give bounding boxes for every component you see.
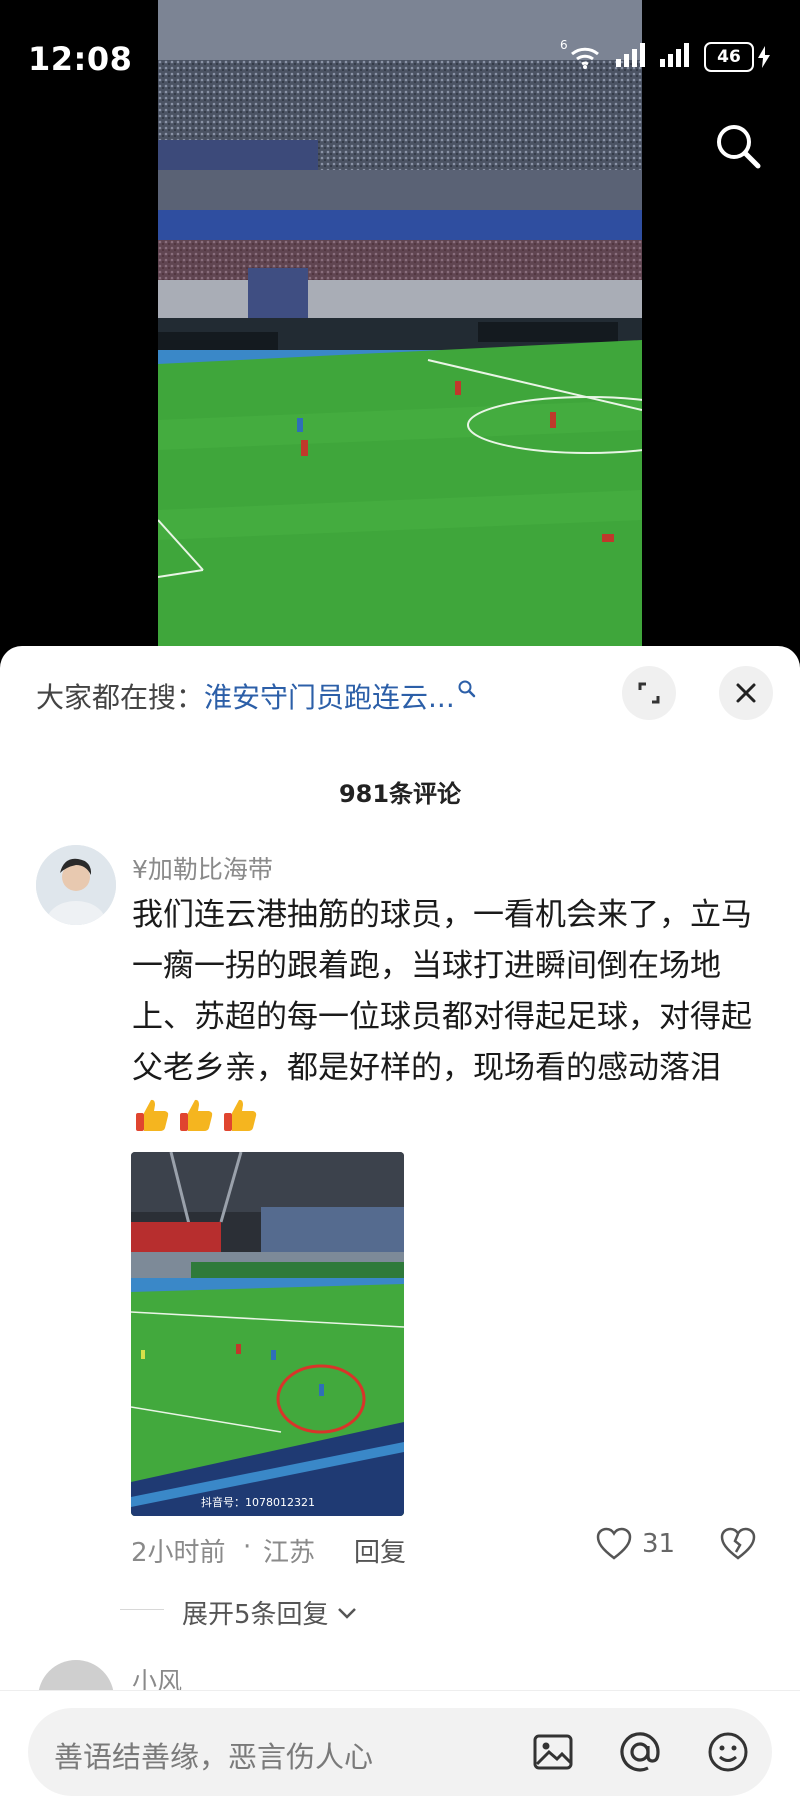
- comment-input-placeholder: 善语结善缘，恶言伤人心: [54, 1740, 374, 1774]
- thumbs-up-emojis: [132, 1099, 264, 1137]
- signal-icon-2: [660, 43, 692, 71]
- comment-time: 2小时前: [131, 1538, 226, 1568]
- close-icon: [736, 683, 756, 703]
- insert-image-button[interactable]: [529, 1728, 577, 1776]
- thumbs-up-icon: [224, 1099, 257, 1131]
- comment-image[interactable]: 抖音号：1078012321: [131, 1152, 404, 1516]
- charging-bolt-icon: [758, 46, 770, 68]
- avatar[interactable]: [36, 845, 116, 925]
- emoji-button[interactable]: [704, 1728, 752, 1776]
- like-count: 31: [642, 1529, 676, 1559]
- video-frame[interactable]: [158, 0, 642, 650]
- trending-search-hint[interactable]: 大家都在搜：淮安守门员跑连云...: [36, 676, 477, 716]
- wifi-6-label: 6: [560, 38, 568, 52]
- image-icon: [533, 1734, 573, 1770]
- chevron-down-icon: [337, 1607, 356, 1619]
- reply-button[interactable]: 回复: [354, 1532, 406, 1569]
- user-avatar-image: [36, 845, 116, 925]
- video-player[interactable]: 12:08 6 46: [0, 0, 800, 650]
- expand-replies-label: 展开5条回复: [182, 1600, 329, 1630]
- stadium-video-image: [158, 0, 642, 650]
- divider-line: [120, 1609, 164, 1610]
- comment-text: 我们连云港抽筋的球员，一看机会来了，立马一瘸一拐的跟着跑，当球打进瞬间倒在场地上…: [132, 890, 762, 1145]
- comment-location: 江苏: [263, 1538, 316, 1568]
- battery-level: 46: [704, 42, 754, 72]
- dislike-button[interactable]: [720, 1527, 756, 1565]
- search-button[interactable]: [710, 118, 766, 174]
- battery-icon: 46: [704, 42, 770, 72]
- small-search-icon: [458, 680, 475, 698]
- image-watermark: 抖音号：1078012321: [201, 1496, 315, 1509]
- mention-button[interactable]: [616, 1728, 664, 1776]
- comment-username[interactable]: ¥加勒比海带: [132, 850, 273, 886]
- comment-body: 我们连云港抽筋的球员，一看机会来了，立马一瘸一拐的跟着跑，当球打进瞬间倒在场地上…: [132, 897, 752, 1086]
- comment-stadium-photo: [131, 1152, 404, 1516]
- expand-button[interactable]: [622, 666, 676, 720]
- broken-heart-icon: [720, 1527, 756, 1560]
- search-icon: [717, 125, 761, 169]
- signal-icon-1: [616, 43, 648, 71]
- expand-icon: [638, 682, 660, 704]
- wifi-icon: 6: [560, 38, 604, 70]
- trending-search-query[interactable]: 淮安守门员跑连云...: [204, 681, 455, 714]
- comment-count: 981条评论: [338, 780, 462, 808]
- status-icons: 6 46: [560, 38, 770, 72]
- thumbs-up-icon: [180, 1099, 213, 1131]
- at-icon: [620, 1732, 660, 1772]
- close-button[interactable]: [719, 666, 773, 720]
- status-time: 12:08: [28, 40, 133, 78]
- thumbs-up-icon: [136, 1099, 169, 1131]
- emoji-icon: [708, 1732, 748, 1772]
- expand-replies-button[interactable]: 展开5条回复: [182, 1594, 357, 1631]
- heart-icon: [596, 1527, 632, 1560]
- trending-search-prefix: 大家都在搜：: [36, 681, 205, 714]
- comment-meta-separator: ·: [243, 1532, 252, 1562]
- like-button[interactable]: 31: [596, 1527, 675, 1561]
